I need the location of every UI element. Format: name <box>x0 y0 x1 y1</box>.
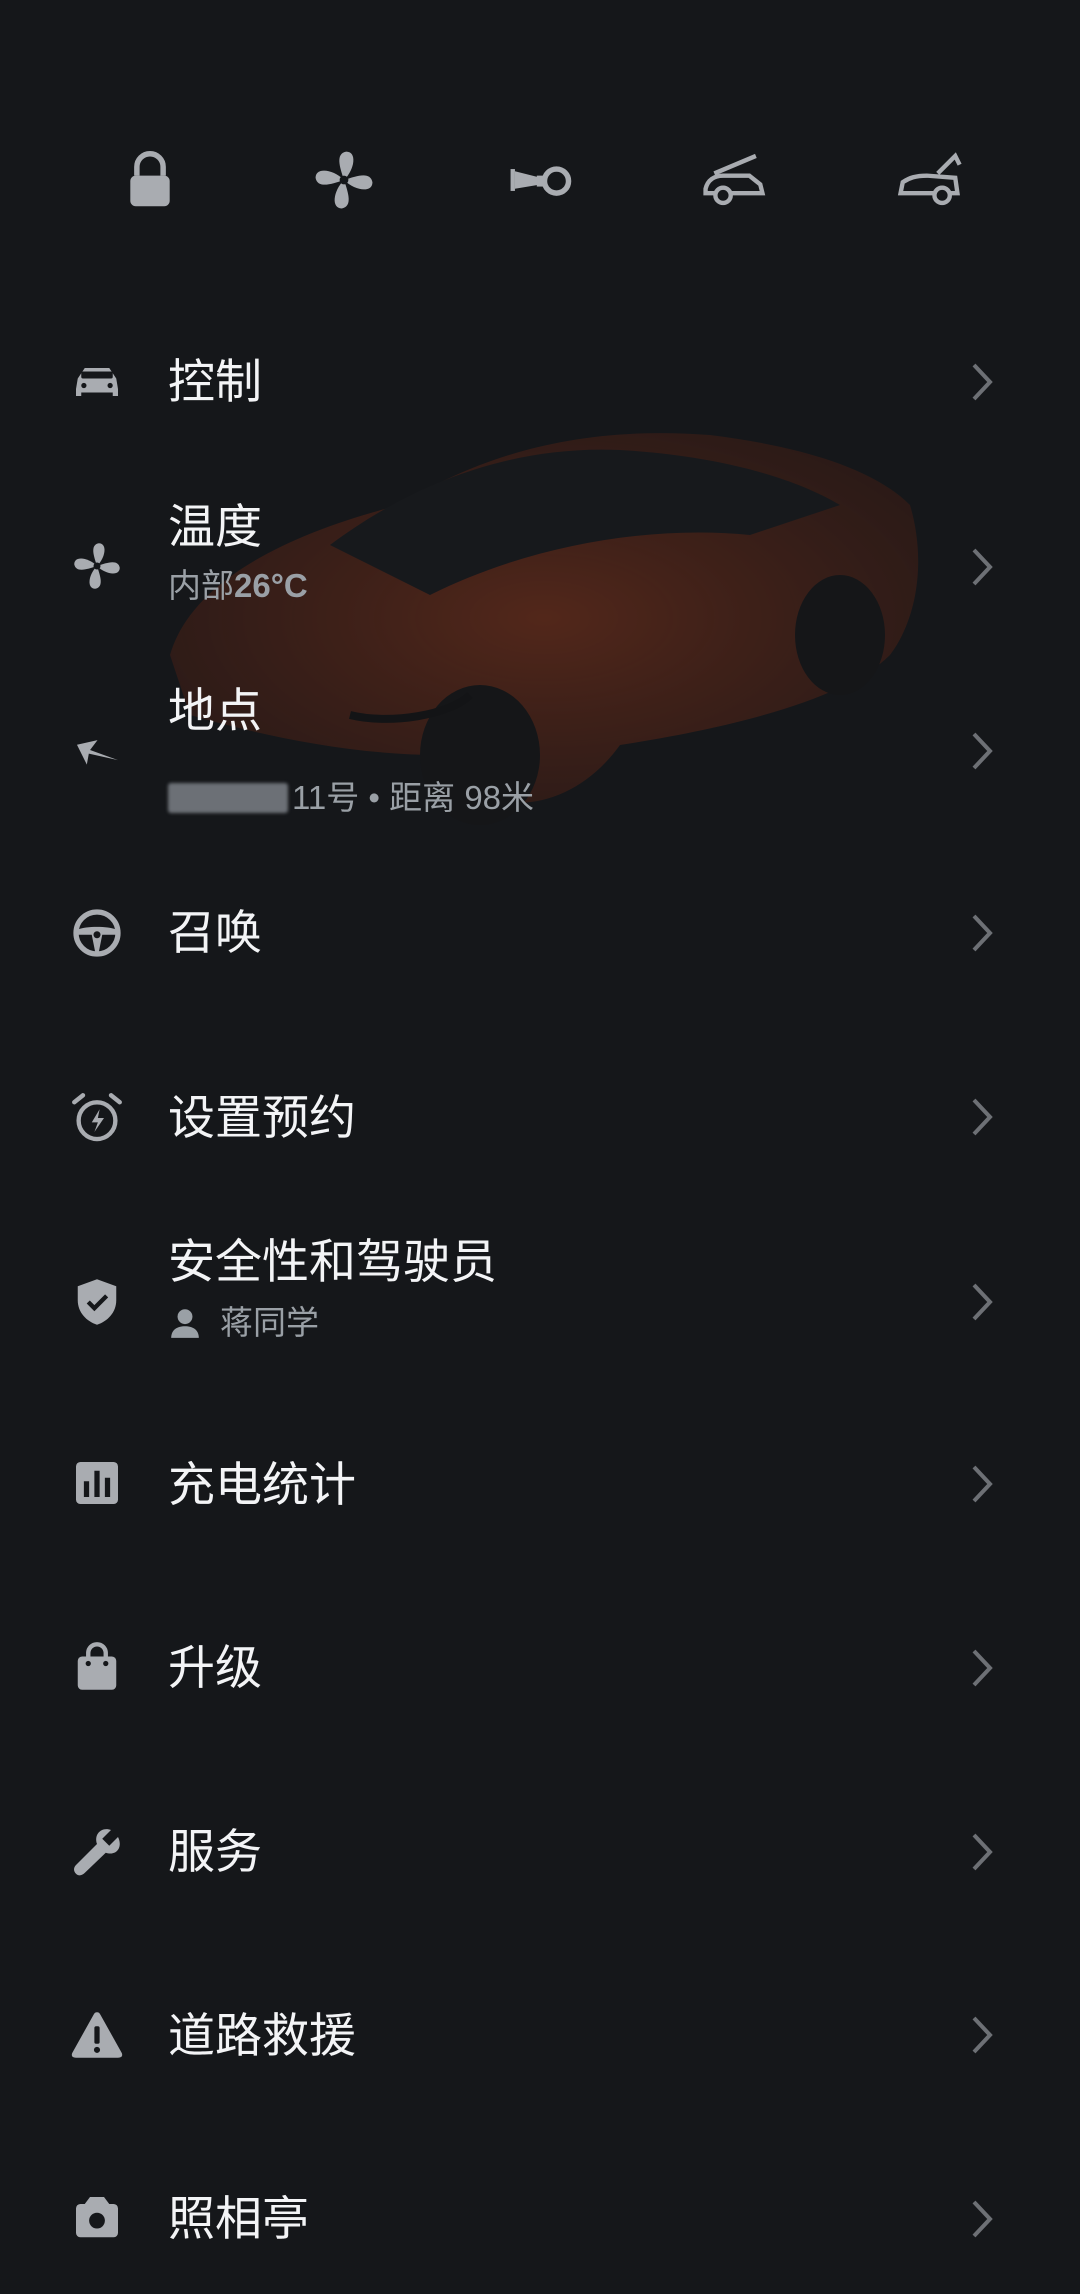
driver-name: 蒋同学 <box>220 1304 319 1341</box>
chevron-right-icon <box>962 1643 1002 1693</box>
alarm-clock-icon <box>67 1088 127 1148</box>
chevron-right-icon <box>962 357 1002 407</box>
menu-item-upgrades[interactable]: 升级 <box>0 1593 1080 1743</box>
person-icon <box>171 1309 199 1338</box>
menu-title: 设置预约 <box>168 1091 356 1144</box>
interior-temp-label: 内部 <box>168 567 234 604</box>
menu-subtitle: 蒋同学 <box>168 1303 319 1343</box>
menu-subtitle: 内部 26°C <box>168 566 308 606</box>
distance-text: • 距离 98米 <box>359 779 535 816</box>
menu-title: 升级 <box>168 1641 262 1694</box>
menu-title: 控制 <box>168 355 262 408</box>
frunk-button[interactable] <box>694 140 774 220</box>
bar-chart-icon <box>67 1453 127 1513</box>
chevron-right-icon <box>962 908 1002 958</box>
menu-subtitle: 11号 • 距离 98米 <box>168 778 534 818</box>
chevron-right-icon <box>962 726 1002 776</box>
location-arrow-icon <box>67 719 127 779</box>
menu-item-more[interactable]: 照相亭 <box>0 2144 1080 2294</box>
menu-title: 温度 <box>168 500 262 553</box>
menu-item-charging-stats[interactable]: 充电统计 <box>0 1409 1080 1559</box>
horn-icon <box>510 166 572 196</box>
interior-temp-value: 26°C <box>234 567 308 604</box>
menu-item-roadside[interactable]: 道路救援 <box>0 1960 1080 2110</box>
menu-item-location[interactable]: 地点 11号 • 距离 98米 <box>0 674 1080 824</box>
lock-button[interactable] <box>110 140 190 220</box>
menu-title: 照相亭 <box>168 2192 309 2245</box>
redacted-address <box>168 783 288 813</box>
chevron-right-icon <box>962 542 1002 592</box>
warning-icon <box>67 2005 127 2065</box>
chevron-right-icon <box>962 1277 1002 1327</box>
chevron-right-icon <box>962 2194 1002 2244</box>
menu-title: 地点 <box>168 684 262 737</box>
climate-button[interactable] <box>304 140 384 220</box>
quick-actions-bar <box>0 140 1080 220</box>
address-number: 11号 <box>292 779 360 816</box>
menu-title: 充电统计 <box>168 1458 356 1511</box>
car-icon <box>67 352 127 412</box>
chevron-right-icon <box>962 1459 1002 1509</box>
wrench-icon <box>67 1821 127 1881</box>
menu-title: 服务 <box>168 1825 262 1878</box>
steering-wheel-icon <box>67 903 127 963</box>
chevron-right-icon <box>962 1092 1002 1142</box>
menu-item-service[interactable]: 服务 <box>0 1777 1080 1927</box>
fan-icon <box>315 151 373 209</box>
menu-title: 召唤 <box>168 906 262 959</box>
menu-item-safety[interactable]: 安全性和驾驶员 蒋同学 <box>0 1225 1080 1375</box>
menu-item-summon[interactable]: 召唤 <box>0 858 1080 1008</box>
trunk-button[interactable] <box>889 140 969 220</box>
menu-item-controls[interactable]: 控制 <box>0 307 1080 457</box>
menu-title: 道路救援 <box>168 2009 356 2062</box>
shopping-bag-icon <box>67 1637 127 1697</box>
camera-icon <box>67 2188 127 2248</box>
horn-button[interactable] <box>499 140 579 220</box>
menu-item-schedule[interactable]: 设置预约 <box>0 1042 1080 1192</box>
menu-item-climate[interactable]: 温度 内部 26°C <box>0 490 1080 640</box>
lock-icon <box>130 151 170 207</box>
menu-title: 安全性和驾驶员 <box>168 1235 497 1288</box>
trunk-icon <box>897 152 962 206</box>
fan-icon <box>67 536 127 596</box>
chevron-right-icon <box>962 1827 1002 1877</box>
frunk-icon <box>703 153 766 206</box>
shield-check-icon <box>67 1272 127 1332</box>
chevron-right-icon <box>962 2010 1002 2060</box>
